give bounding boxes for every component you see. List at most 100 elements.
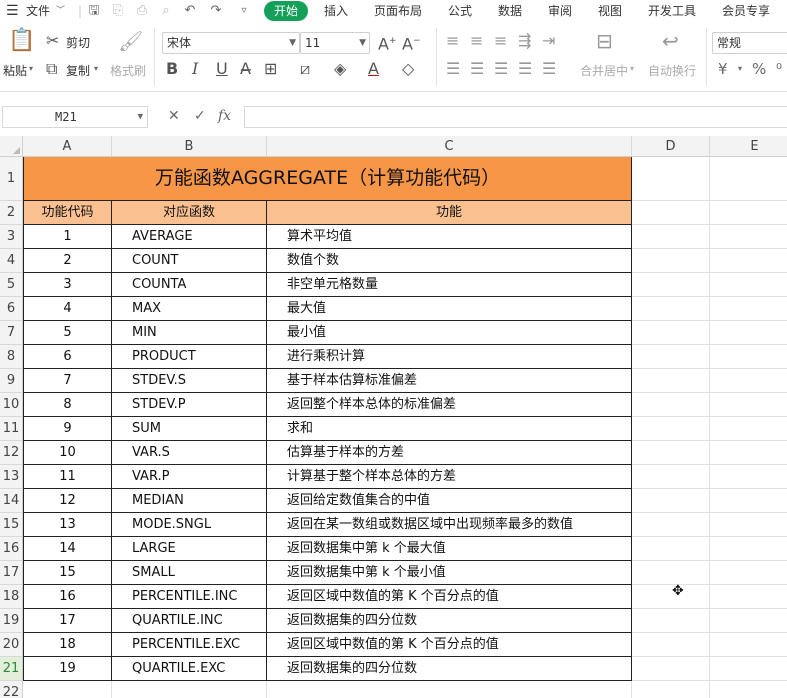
row-header[interactable]: 14 (0, 489, 23, 513)
cell-description[interactable]: 计算基于整个样本总体的方差 (267, 465, 632, 489)
row-header[interactable]: 4 (0, 249, 23, 273)
cell-code[interactable]: 17 (23, 609, 112, 633)
empty-cell[interactable] (710, 657, 787, 681)
empty-cell[interactable] (710, 297, 787, 321)
indent-icon[interactable]: ⇥ (542, 32, 555, 50)
tab-formulas[interactable]: 公式 (448, 0, 472, 22)
cell-description[interactable]: 数值个数 (267, 249, 632, 273)
wrap-text-icon[interactable]: ↩ (662, 31, 679, 51)
percent-button[interactable]: % (752, 60, 766, 78)
cell-code[interactable]: 3 (23, 273, 112, 297)
header-code[interactable]: 功能代码 (23, 201, 112, 225)
cell-function[interactable]: PERCENTILE.INC (112, 585, 267, 609)
font-name-select[interactable]: 宋体 ▼ (162, 32, 300, 54)
cell-description[interactable]: 进行乘积计算 (267, 345, 632, 369)
print-icon[interactable]: ⎙ (134, 3, 150, 19)
tab-developer[interactable]: 开发工具 (648, 0, 696, 22)
paste-button[interactable]: 粘贴 (3, 62, 27, 79)
cell-function[interactable]: QUARTILE.INC (112, 609, 267, 633)
empty-cell[interactable] (632, 465, 710, 489)
cell-description[interactable]: 返回给定数值集合的中值 (267, 489, 632, 513)
cell-function[interactable]: STDEV.P (112, 393, 267, 417)
empty-cell[interactable] (112, 681, 267, 698)
empty-cell[interactable] (710, 585, 787, 609)
chevron-down-icon[interactable]: ﹀ (56, 0, 65, 22)
empty-cell[interactable] (267, 681, 632, 698)
cancel-icon[interactable]: ✕ (168, 108, 180, 124)
cell-function[interactable]: SUM (112, 417, 267, 441)
justify-icon[interactable]: ☰ (518, 60, 532, 78)
align-right-icon[interactable]: ☰ (494, 60, 508, 78)
decrease-font-icon[interactable]: A− (402, 32, 421, 53)
empty-cell[interactable] (632, 417, 710, 441)
merge-center-icon[interactable]: ⊟ (596, 31, 613, 51)
cell-function[interactable]: STDEV.S (112, 369, 267, 393)
empty-cell[interactable] (23, 681, 112, 698)
align-top-icon[interactable]: ≡ (446, 32, 459, 50)
empty-cell[interactable] (710, 465, 787, 489)
number-format-select[interactable]: 常规 (712, 32, 787, 54)
cell-function[interactable]: COUNT (112, 249, 267, 273)
cell-code[interactable]: 18 (23, 633, 112, 657)
cell-function[interactable]: MIN (112, 321, 267, 345)
empty-cell[interactable] (710, 609, 787, 633)
chevron-down-icon[interactable]: ▾ (630, 64, 634, 73)
cell-function[interactable]: QUARTILE.EXC (112, 657, 267, 681)
spreadsheet-grid[interactable]: A B C D E 万能函数AGGREGATE（计算功能代码） 功能代码 对应函数… (0, 136, 787, 698)
copy-button[interactable]: 复制 (66, 62, 90, 79)
empty-cell[interactable] (632, 657, 710, 681)
empty-cell[interactable] (632, 157, 710, 201)
merge-center-button[interactable]: 合并居中 (580, 62, 628, 79)
empty-cell[interactable] (632, 441, 710, 465)
empty-cell[interactable] (710, 393, 787, 417)
column-header-c[interactable]: C (267, 136, 632, 157)
empty-cell[interactable] (632, 537, 710, 561)
tab-review[interactable]: 审阅 (548, 0, 572, 22)
tab-page-layout[interactable]: 页面布局 (374, 0, 422, 22)
empty-cell[interactable] (632, 345, 710, 369)
empty-cell[interactable] (632, 297, 710, 321)
cell-description[interactable]: 返回数据集的四分位数 (267, 609, 632, 633)
empty-cell[interactable] (632, 633, 710, 657)
empty-cell[interactable] (632, 489, 710, 513)
cell-description[interactable]: 最小值 (267, 321, 632, 345)
cell-function[interactable]: MODE.SNGL (112, 513, 267, 537)
scissors-icon[interactable]: ✂ (46, 32, 59, 50)
header-description[interactable]: 功能 (267, 201, 632, 225)
cell-code[interactable]: 12 (23, 489, 112, 513)
cell-function[interactable]: PERCENTILE.EXC (112, 633, 267, 657)
cell-description[interactable]: 返回数据集的四分位数 (267, 657, 632, 681)
empty-cell[interactable] (710, 369, 787, 393)
cell-code[interactable]: 9 (23, 417, 112, 441)
empty-cell[interactable] (710, 417, 787, 441)
clear-format-icon[interactable]: ◇ (402, 60, 414, 78)
empty-cell[interactable] (710, 537, 787, 561)
empty-cell[interactable] (632, 681, 710, 698)
cell-code[interactable]: 6 (23, 345, 112, 369)
cell-code[interactable]: 16 (23, 585, 112, 609)
font-color-icon[interactable]: A (368, 60, 379, 78)
cell-description[interactable]: 返回区域中数值的第 K 个百分点的值 (267, 585, 632, 609)
save-icon[interactable]: 🖫 (86, 3, 102, 19)
cell-code[interactable]: 5 (23, 321, 112, 345)
cell-code[interactable]: 14 (23, 537, 112, 561)
empty-cell[interactable] (710, 201, 787, 225)
row-header[interactable]: 1 (0, 157, 23, 201)
align-bottom-icon[interactable]: ≡ (494, 32, 507, 50)
cell-function[interactable]: SMALL (112, 561, 267, 585)
align-center-icon[interactable]: ☰ (470, 60, 484, 78)
row-header[interactable]: 7 (0, 321, 23, 345)
empty-cell[interactable] (632, 249, 710, 273)
empty-cell[interactable] (710, 489, 787, 513)
cell-function[interactable]: PRODUCT (112, 345, 267, 369)
cell-code[interactable]: 1 (23, 225, 112, 249)
row-header[interactable]: 22 (0, 681, 23, 698)
file-menu[interactable]: 文件 (26, 0, 50, 22)
tab-member[interactable]: 会员专享 (722, 0, 770, 22)
empty-cell[interactable] (632, 393, 710, 417)
bold-icon[interactable]: B (166, 60, 178, 78)
empty-cell[interactable] (710, 321, 787, 345)
row-header[interactable]: 20 (0, 633, 23, 657)
format-painter-icon[interactable]: 🖌 (118, 31, 143, 51)
column-header-d[interactable]: D (632, 136, 710, 157)
